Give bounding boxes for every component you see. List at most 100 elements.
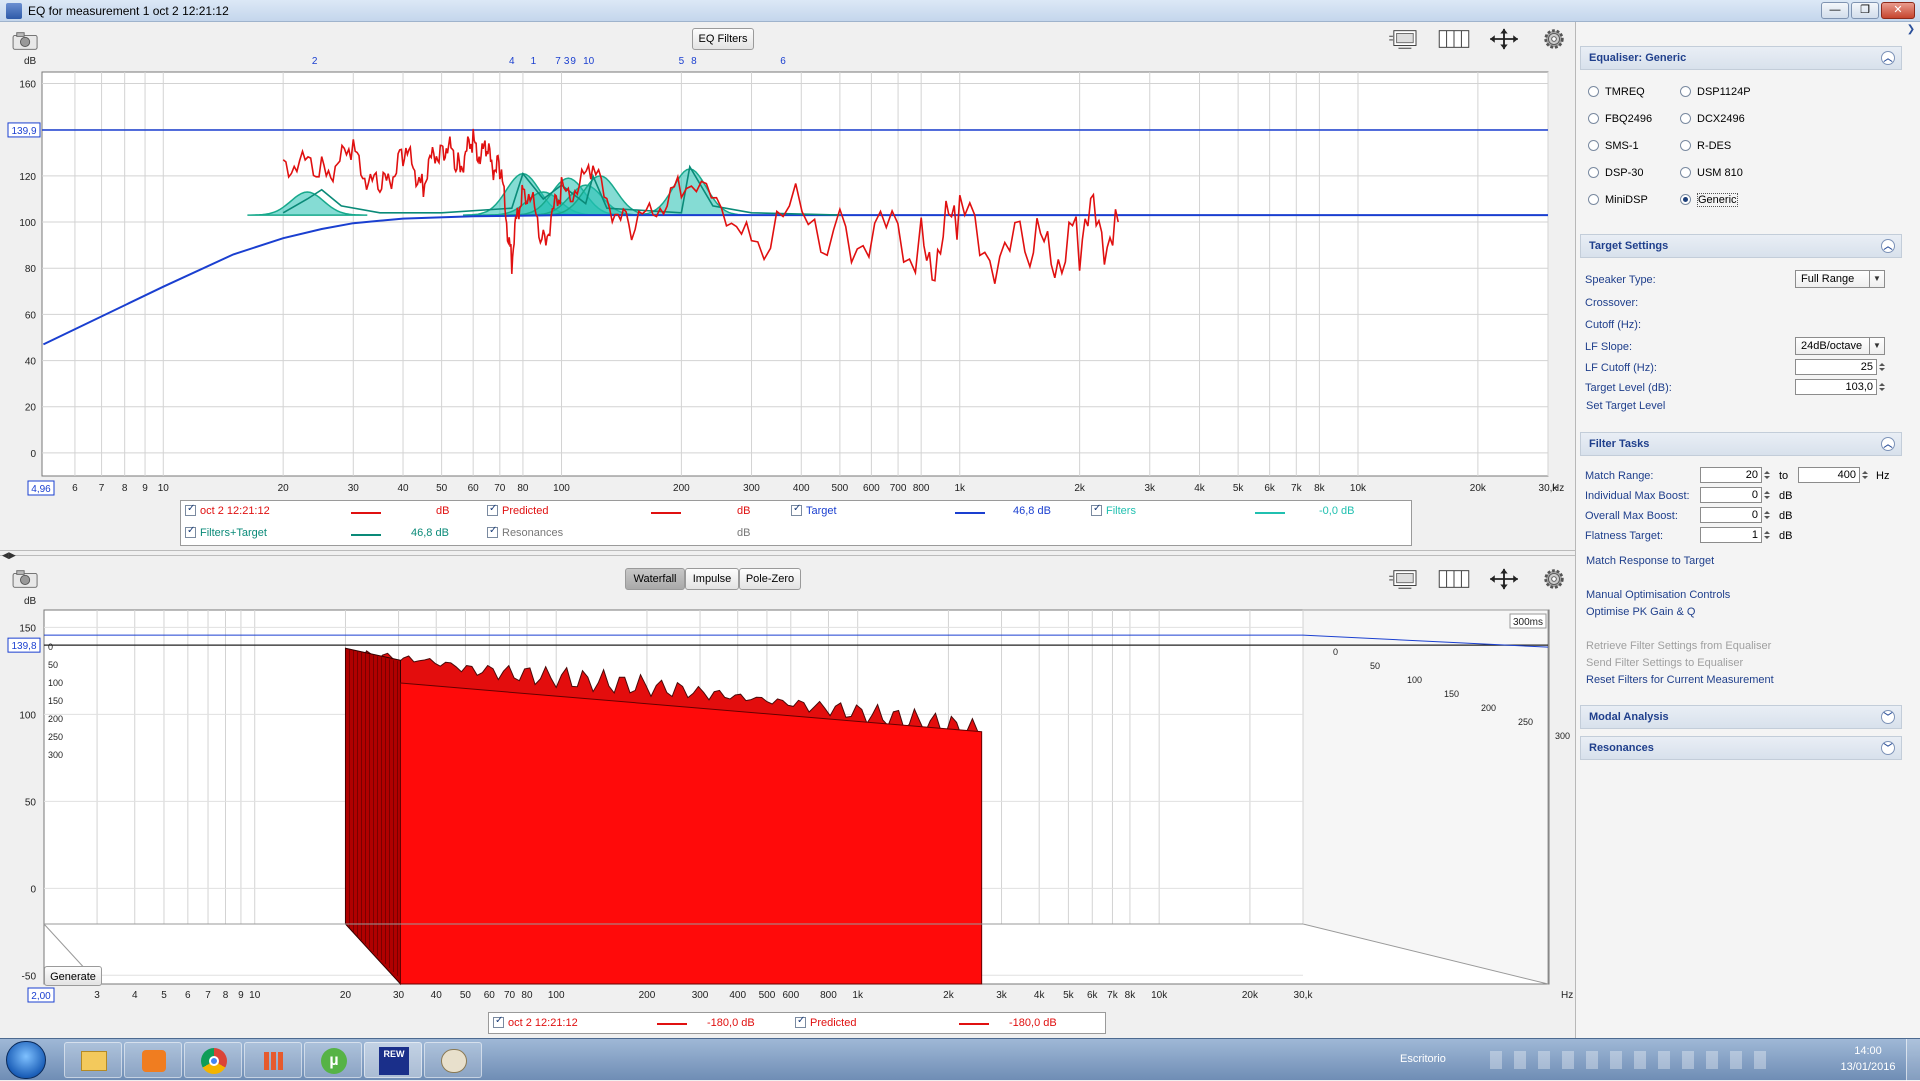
radio-fbq2496[interactable]: FBQ2496 (1588, 113, 1652, 125)
tab-pole-zero[interactable]: Pole-Zero (739, 568, 801, 590)
radio-dsp1124p[interactable]: DSP1124P (1680, 86, 1751, 98)
generate-button[interactable]: Generate (44, 966, 102, 986)
maximize-button[interactable]: ❐ (1851, 2, 1879, 19)
radio-tmreq[interactable]: TMREQ (1588, 86, 1645, 98)
utorrent-icon[interactable]: µ (304, 1042, 362, 1078)
flatness-target-field[interactable]: 1 (1700, 527, 1762, 543)
y-tick-label: 80 (25, 264, 37, 275)
eq-filters-button[interactable]: EQ Filters (692, 28, 754, 50)
fit-axes-icon[interactable] (1486, 26, 1522, 52)
legend-measurement[interactable]: oct 2 12:21:12 (493, 1015, 578, 1029)
retrieve-filters-link[interactable]: Retrieve Filter Settings from Equaliser (1586, 640, 1771, 652)
individual-max-boost-field[interactable]: 0 (1700, 487, 1762, 503)
overall-max-boost-field[interactable]: 0 (1700, 507, 1762, 523)
radio-minidsp[interactable]: MiniDSP (1588, 194, 1648, 206)
media-player-icon[interactable] (124, 1042, 182, 1078)
x-tick-label: 30 (393, 990, 405, 1001)
legend-filters[interactable]: Filters (1091, 503, 1136, 517)
target-level-field[interactable]: 103,0 (1795, 379, 1877, 395)
collapse-sidebar-icon[interactable]: ❯ (1904, 24, 1918, 38)
legend-measurement[interactable]: oct 2 12:21:12 (185, 503, 270, 517)
x-tick-label: 800 (913, 483, 930, 494)
set-target-level-link[interactable]: Set Target Level (1586, 400, 1665, 412)
file-explorer-icon[interactable] (64, 1042, 122, 1078)
target-settings-heading[interactable]: Target Settings ︿ (1580, 234, 1902, 258)
radio-dcx2496[interactable]: DCX2496 (1680, 113, 1745, 125)
gear-icon[interactable] (1536, 26, 1572, 52)
lf-slope-select[interactable]: 24dB/octave (1795, 337, 1885, 355)
radio-sms1[interactable]: SMS-1 (1588, 140, 1639, 152)
x-tick-label: 500 (832, 483, 849, 494)
send-filters-link[interactable]: Send Filter Settings to Equaliser (1586, 657, 1743, 669)
grid-columns-icon[interactable] (1436, 26, 1472, 52)
radio-rdes[interactable]: R-DES (1680, 140, 1731, 152)
match-to-field[interactable]: 400 (1798, 467, 1860, 483)
waterfall-plot[interactable]: 3 4 5 6 7 8 9 10 20 30 40 50 60 70 80 100 200 300 400 500 60… (0, 592, 1575, 1012)
desktop-label[interactable]: Escritorio (1400, 1053, 1446, 1065)
x-tick-label: 4k (1194, 483, 1206, 494)
clock-date[interactable]: 13/01/2016 (1838, 1061, 1898, 1073)
gear-icon[interactable] (1536, 566, 1572, 592)
layout-icon[interactable] (1386, 26, 1422, 52)
window-title: EQ for measurement 1 oct 2 12:21:12 (28, 3, 229, 18)
show-desktop-button[interactable] (1906, 1039, 1920, 1081)
overall-max-boost-spinner[interactable] (1763, 507, 1771, 523)
radio-dsp30[interactable]: DSP-30 (1588, 167, 1644, 179)
x-tick-label: 8k (1125, 990, 1137, 1001)
rew-icon[interactable]: REW (364, 1042, 422, 1078)
equaliser-heading[interactable]: Equaliser: Generic ︿ (1580, 46, 1902, 70)
close-button[interactable]: ✕ (1881, 2, 1915, 19)
legend-filters-target-value: 46,8 dB (411, 527, 449, 539)
resonances-heading[interactable]: Resonances ﹀ (1580, 736, 1902, 760)
manual-optimisation-link[interactable]: Manual Optimisation Controls (1586, 589, 1730, 601)
lf-cutoff-spinner[interactable] (1878, 359, 1886, 375)
eq-frequency-plot[interactable]: 6 7 8 9 10 20 30 40 50 60 70 80 100 200 300 400 500 600 70… (0, 52, 1575, 502)
splitter-arrows-icon[interactable]: ◀▶ (2, 550, 16, 561)
start-button[interactable] (6, 1041, 46, 1079)
legend-predicted[interactable]: Predicted (795, 1015, 856, 1029)
paint-icon[interactable] (424, 1042, 482, 1078)
chrome-icon[interactable] (184, 1042, 242, 1078)
grid-columns-icon[interactable] (1436, 566, 1472, 592)
match-response-link[interactable]: Match Response to Target (1586, 555, 1714, 567)
plot-splitter[interactable] (0, 550, 1575, 556)
layout-icon[interactable] (1386, 566, 1422, 592)
x-tick-label: 7 (99, 483, 105, 494)
minimize-button[interactable]: — (1821, 2, 1849, 19)
hz-label: Hz (1876, 470, 1890, 482)
filter-tasks-heading[interactable]: Filter Tasks ︿ (1580, 432, 1902, 456)
flatness-target-spinner[interactable] (1763, 527, 1771, 543)
x-cursor-value: 2,00 (31, 991, 51, 1002)
tray-icons[interactable] (1490, 1051, 1770, 1069)
speaker-type-select[interactable]: Full Range (1795, 270, 1885, 288)
legend-predicted[interactable]: Predicted (487, 503, 548, 517)
lf-cutoff-field[interactable]: 25 (1795, 359, 1877, 375)
taskbar: µ REW Escritorio 14:00 13/01/2016 (0, 1038, 1920, 1081)
match-from-field[interactable]: 20 (1700, 467, 1762, 483)
match-to-spinner[interactable] (1861, 467, 1869, 483)
legend-swatch (1255, 512, 1285, 514)
legend-resonances[interactable]: Resonances (487, 525, 563, 539)
match-from-spinner[interactable] (1763, 467, 1771, 483)
tab-waterfall[interactable]: Waterfall (625, 568, 685, 590)
apps-grid-icon[interactable] (244, 1042, 302, 1078)
modal-analysis-heading[interactable]: Modal Analysis ﹀ (1580, 705, 1902, 729)
target-level-spinner[interactable] (1878, 379, 1886, 395)
y-tick-label: 50 (25, 797, 37, 808)
y-tick-label: 160 (19, 80, 36, 91)
camera-icon[interactable] (8, 28, 44, 54)
fit-axes-icon[interactable] (1486, 566, 1522, 592)
legend-target[interactable]: Target (791, 503, 837, 517)
radio-usm810[interactable]: USM 810 (1680, 167, 1743, 179)
camera-icon[interactable] (8, 566, 44, 592)
time-slice-label: 50 (48, 660, 58, 670)
radio-generic[interactable]: Generic (1680, 193, 1738, 207)
individual-max-boost-spinner[interactable] (1763, 487, 1771, 503)
clock-time[interactable]: 14:00 (1838, 1045, 1898, 1057)
legend-filters-target[interactable]: Filters+Target (185, 525, 267, 539)
optimise-pk-link[interactable]: Optimise PK Gain & Q (1586, 606, 1695, 618)
lf-cutoff-label: LF Cutoff (Hz): (1585, 362, 1657, 374)
reset-filters-link[interactable]: Reset Filters for Current Measurement (1586, 674, 1774, 686)
tab-impulse[interactable]: Impulse (685, 568, 739, 590)
speaker-type-label: Speaker Type: (1585, 274, 1656, 286)
